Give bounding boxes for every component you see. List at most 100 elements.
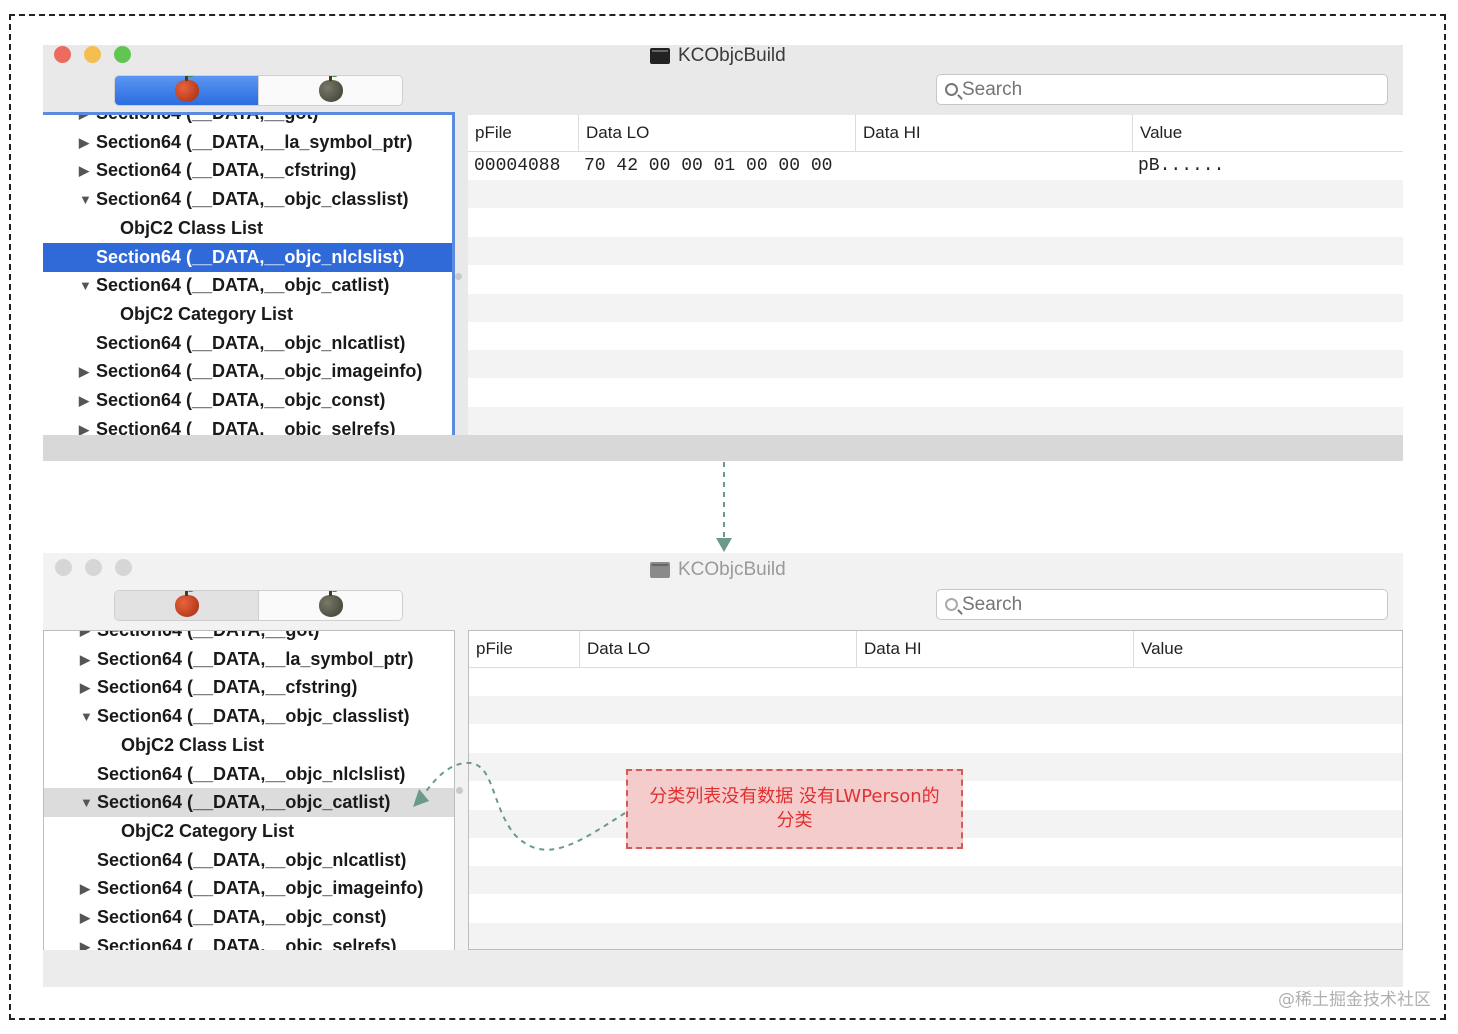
tree-row[interactable]: ObjC2 Category List [43,300,452,329]
table-row[interactable] [469,696,1402,725]
zoom-button[interactable] [115,559,132,576]
disclosure-expanded-icon[interactable]: ▼ [80,702,93,731]
tree-row[interactable]: ▶ Section64 (__DATA,__objc_imageinfo) [44,874,454,903]
column-header[interactable]: Data LO [579,631,856,667]
table-row[interactable] [469,668,1402,696]
column-header[interactable]: Value [1132,115,1403,151]
search-input[interactable] [962,78,1342,101]
tree-row-label: Section64 (__DATA,__objc_nlcatlist) [97,849,407,870]
tree-row[interactable]: Section64 (__DATA,__objc_nlcatlist) [44,846,454,875]
section-tree[interactable]: ▶ Section64 (__DATA,__got) ▶ Section64 (__D… [43,112,455,440]
splitter-handle[interactable] [455,273,462,280]
tree-row[interactable]: ▶ Section64 (__DATA,__cfstring) [44,673,454,702]
disclosure-collapsed-icon[interactable]: ▶ [80,631,90,645]
title-bar[interactable]: KCObjcBuild [43,559,1403,583]
disclosure-collapsed-icon[interactable]: ▶ [80,903,90,932]
table-row[interactable] [468,293,1403,322]
tree-row[interactable]: Section64 (__DATA,__objc_nlcatlist) [43,329,452,358]
disclosure-collapsed-icon[interactable]: ▶ [79,357,89,386]
column-header[interactable]: Value [1133,631,1402,667]
tree-row-label: Section64 (__DATA,__objc_catlist) [96,275,390,296]
tree-row-label: Section64 (__DATA,__objc_nlcatlist) [96,332,406,353]
tree-row-label: Section64 (__DATA,__objc_catlist) [97,792,391,813]
tree-row[interactable]: ▶ Section64 (__DATA,__got) [44,631,454,645]
table-cell-pfile: 00004088 [474,156,561,176]
annotation-callout: 分类列表没有数据 没有LWPerson的 分类 [626,769,963,849]
tree-row[interactable]: ▶ Section64 (__DATA,__got) [43,115,452,128]
minimize-button[interactable] [84,46,101,63]
window-title: KCObjcBuild [678,45,786,66]
tree-row-label: Section64 (__DATA,__objc_classlist) [96,189,409,210]
tree-row[interactable]: ▶ Section64 (__DATA,__la_symbol_ptr) [43,128,452,157]
search-input[interactable] [962,593,1342,616]
column-header[interactable]: Data LO [578,115,855,151]
close-button[interactable] [54,46,71,63]
table-header: pFile Data LO Data HI Value [469,631,1402,668]
disclosure-collapsed-icon[interactable]: ▶ [80,673,90,702]
segment-right-button[interactable] [258,591,402,620]
table-row[interactable] [468,265,1403,294]
tree-row-label: Section64 (__DATA,__cfstring) [96,160,357,181]
disclosure-collapsed-icon[interactable]: ▶ [79,128,89,157]
tree-row[interactable]: ▶ Section64 (__DATA,__objc_const) [43,386,452,415]
tree-row[interactable]: ▶ Section64 (__DATA,__cfstring) [43,156,452,185]
tree-row[interactable]: Section64 (__DATA,__objc_nlclslist) [43,242,452,272]
table-row[interactable] [469,866,1402,895]
disclosure-collapsed-icon[interactable]: ▶ [80,645,90,674]
tree-row[interactable]: ▶ Section64 (__DATA,__objc_imageinfo) [43,357,452,386]
column-header[interactable]: Data HI [855,115,1132,151]
disclosure-collapsed-icon[interactable]: ▶ [79,115,89,128]
table-row[interactable] [468,236,1403,265]
column-header[interactable]: Data HI [856,631,1133,667]
table-row[interactable] [469,922,1402,949]
tree-row[interactable]: ▶ Section64 (__DATA,__la_symbol_ptr) [44,645,454,674]
column-header[interactable]: pFile [468,115,578,151]
close-button[interactable] [55,559,72,576]
table-row[interactable] [468,350,1403,379]
column-header[interactable]: pFile [469,631,579,667]
table-row[interactable] [468,208,1403,237]
tree-row[interactable]: ObjC2 Category List [44,817,454,846]
title-bar[interactable]: KCObjcBuild [43,45,1403,69]
tree-row[interactable]: ObjC2 Class List [44,731,454,760]
search-field[interactable] [936,74,1388,105]
document-icon [650,48,670,64]
table-row[interactable] [468,406,1403,435]
disclosure-collapsed-icon[interactable]: ▶ [79,156,89,185]
tree-row-label: Section64 (__DATA,__objc_nlclslist) [96,246,405,267]
tree-row[interactable]: ▼ Section64 (__DATA,__objc_classlist) [44,702,454,731]
tree-row-label: Section64 (__DATA,__objc_const) [97,907,387,927]
table-row[interactable] [468,321,1403,350]
table-row[interactable] [468,180,1403,209]
segment-left-button[interactable] [115,76,258,105]
tree-row[interactable]: ▼ Section64 (__DATA,__objc_classlist) [43,185,452,214]
table-row[interactable] [469,724,1402,753]
table-row[interactable] [469,894,1402,923]
disclosure-collapsed-icon[interactable]: ▶ [79,386,89,415]
document-icon [650,562,670,578]
zoom-button[interactable] [114,46,131,63]
segment-right-button[interactable] [258,76,402,105]
disclosure-expanded-icon[interactable]: ▼ [80,788,93,817]
disclosure-expanded-icon[interactable]: ▼ [79,271,92,300]
annotation-line-1: 分类列表没有数据 没有LWPerson的 [649,786,940,807]
disclosure-expanded-icon[interactable]: ▼ [79,185,92,214]
table-row[interactable] [468,378,1403,407]
tree-row[interactable]: ObjC2 Class List [43,214,452,243]
tree-row-label: ObjC2 Class List [121,734,265,755]
red-apple-icon [174,591,199,617]
minimize-button[interactable] [85,559,102,576]
tree-row[interactable]: ▼ Section64 (__DATA,__objc_catlist) [43,271,452,300]
disclosure-collapsed-icon[interactable]: ▶ [80,874,90,903]
search-field[interactable] [936,589,1388,620]
section-tree[interactable]: ▶ Section64 (__DATA,__got) ▶ Section64 (__D… [43,630,455,952]
segment-left-button[interactable] [115,591,258,620]
data-table[interactable]: pFile Data LO Data HI Value 00004088 70 42 00… [468,115,1403,435]
disclosure-collapsed-icon[interactable]: ▶ [80,932,90,951]
tree-row[interactable]: ▶ Section64 (__DATA,__objc_selrefs) [44,932,454,951]
tree-row[interactable]: ▼ Section64 (__DATA,__objc_catlist) [44,788,454,818]
tree-row[interactable]: ▶ Section64 (__DATA,__objc_const) [44,903,454,932]
magnifier-icon [945,83,958,96]
table-cell-data-lo: 70 42 00 00 01 00 00 00 [584,156,833,176]
tree-row[interactable]: Section64 (__DATA,__objc_nlclslist) [44,760,454,789]
